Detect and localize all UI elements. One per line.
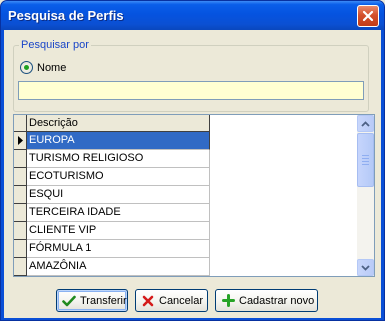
table-row[interactable]: TERCEIRA IDADE — [14, 204, 210, 222]
grid-rows: EUROPA TURISMO RELIGIOSO ECOTURISMO ESQUI TE… — [14, 132, 210, 276]
grip-line — [362, 155, 369, 156]
grid-corner — [14, 115, 27, 132]
row-indicator[interactable] — [14, 240, 27, 258]
row-indicator[interactable] — [14, 222, 27, 240]
vertical-scrollbar[interactable] — [357, 115, 374, 276]
row-indicator[interactable] — [14, 168, 27, 186]
cadastrar-novo-label: Cadastrar novo — [239, 294, 315, 307]
radio-selected-dot — [24, 65, 29, 70]
table-row[interactable]: ESQUI — [14, 186, 210, 204]
table-cell-descricao[interactable]: ECOTURISMO — [27, 168, 210, 186]
table-row[interactable]: CLIENTE VIP — [14, 222, 210, 240]
row-indicator[interactable] — [14, 132, 27, 150]
scroll-down-button[interactable] — [357, 259, 374, 276]
results-grid[interactable]: Descrição EUROPA TURISMO RELIGIOSO ECOTURI… — [13, 114, 375, 277]
scroll-up-button[interactable] — [357, 115, 374, 132]
cancelar-label: Cancelar — [159, 294, 204, 307]
plus-icon — [220, 293, 236, 309]
radio-label-nome[interactable]: Nome — [37, 62, 66, 74]
scroll-thumb[interactable] — [357, 133, 374, 187]
table-cell-descricao[interactable]: TURISMO RELIGIOSO — [27, 150, 210, 168]
table-cell-descricao[interactable]: ESQUI — [27, 186, 210, 204]
window-title: Pesquisa de Perfis — [8, 8, 124, 23]
x-icon — [140, 293, 156, 309]
table-row[interactable]: AMAZÔNIA — [14, 258, 210, 276]
table-cell-descricao[interactable]: TERCEIRA IDADE — [27, 204, 210, 222]
cadastrar-novo-button[interactable]: Cadastrar novo — [215, 289, 318, 312]
row-pointer-icon — [17, 136, 23, 145]
row-indicator[interactable] — [14, 258, 27, 276]
radio-option-nome[interactable]: Nome — [20, 61, 66, 74]
transferir-button[interactable]: Transferir — [56, 289, 128, 312]
table-row[interactable]: FÓRMULA 1 — [14, 240, 210, 258]
table-cell-descricao[interactable]: AMAZÔNIA — [27, 258, 210, 276]
grip-line — [362, 164, 369, 165]
table-row[interactable]: TURISMO RELIGIOSO — [14, 150, 210, 168]
dialog-client-area: Pesquisar por Nome Descrição EUROPA TURIS… — [4, 30, 381, 318]
column-header-descricao[interactable]: Descrição — [27, 115, 210, 132]
table-row[interactable]: EUROPA — [14, 132, 210, 150]
table-cell-descricao[interactable]: FÓRMULA 1 — [27, 240, 210, 258]
close-button[interactable] — [357, 5, 379, 27]
row-indicator[interactable] — [14, 204, 27, 222]
row-indicator[interactable] — [14, 186, 27, 204]
chevron-down-icon — [361, 264, 370, 271]
dialog-window: Pesquisa de Perfis Pesquisar por Nome De… — [0, 0, 385, 321]
search-groupbox: Pesquisar por Nome — [13, 39, 369, 112]
close-icon — [362, 10, 374, 22]
row-indicator[interactable] — [14, 150, 27, 168]
grip-line — [362, 158, 369, 159]
radio-button[interactable] — [20, 61, 33, 74]
transferir-label: Transferir — [80, 294, 127, 307]
table-row[interactable]: ECOTURISMO — [14, 168, 210, 186]
chevron-up-icon — [361, 120, 370, 127]
table-cell-descricao[interactable]: CLIENTE VIP — [27, 222, 210, 240]
checkmark-icon — [61, 293, 77, 309]
grid-header: Descrição — [14, 115, 210, 132]
grip-line — [362, 161, 369, 162]
cancelar-button[interactable]: Cancelar — [135, 289, 208, 312]
search-input[interactable] — [18, 81, 364, 100]
search-group-label: Pesquisar por — [19, 39, 91, 51]
title-bar[interactable]: Pesquisa de Perfis — [1, 1, 384, 30]
table-cell-descricao[interactable]: EUROPA — [27, 132, 210, 150]
